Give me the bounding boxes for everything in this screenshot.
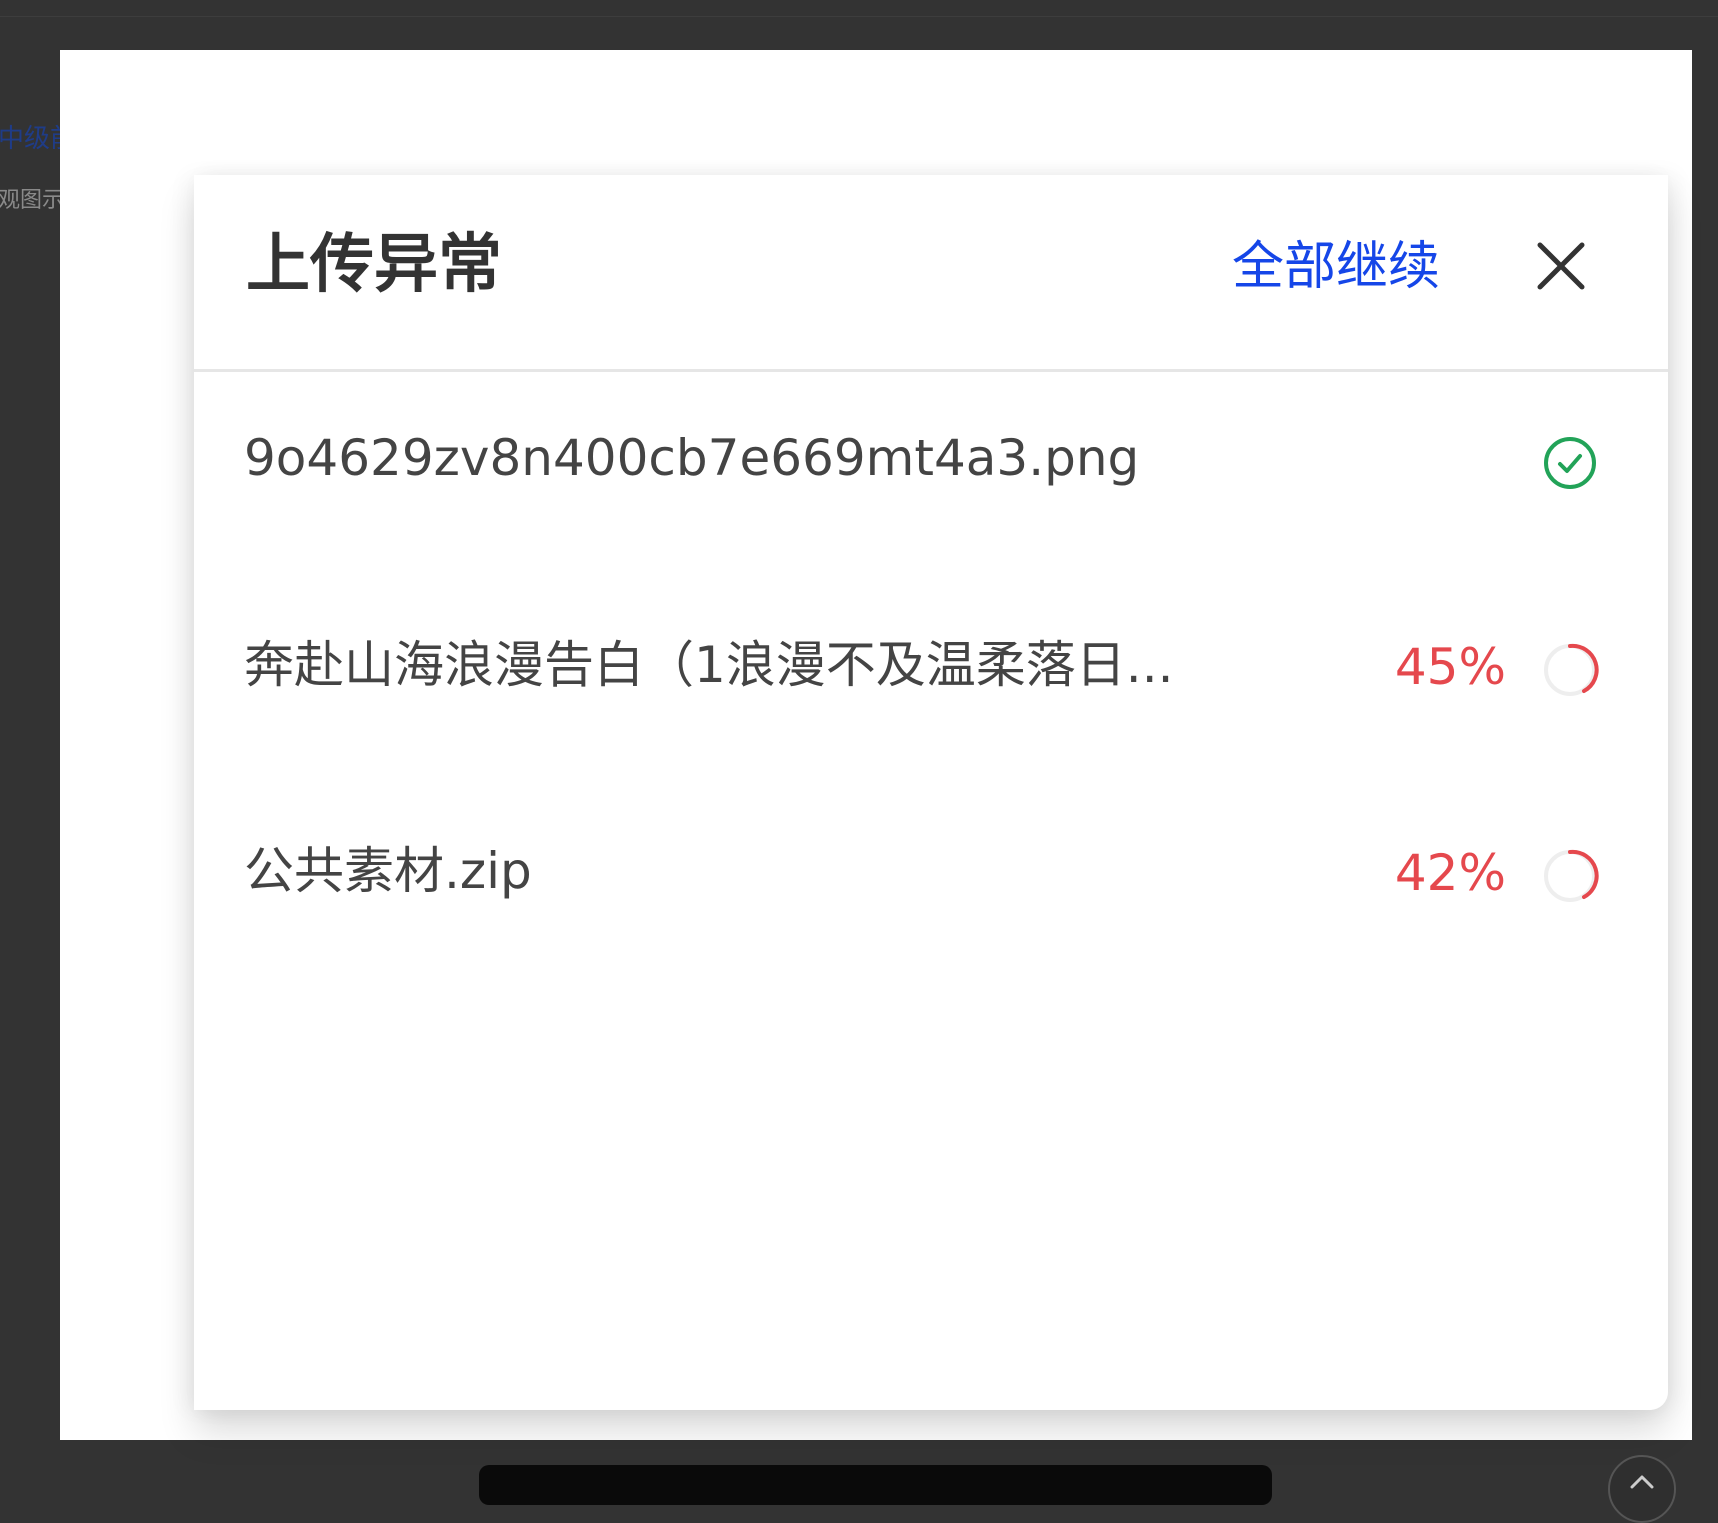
- file-row: 9o4629zv8n400cb7e669mt4a3.png: [194, 409, 1668, 509]
- window-top-divider: [0, 16, 1718, 17]
- modal-backdrop: 上传异常 全部继续 9o4629zv8n400cb7e669mt4a3.png …: [60, 50, 1692, 1440]
- close-icon[interactable]: [1532, 237, 1590, 295]
- dialog-header: 上传异常 全部继续: [194, 175, 1668, 372]
- upload-progress-text: 45%: [1394, 638, 1506, 696]
- file-name: 奔赴山海浪漫告白（1浪漫不及温柔落日...: [244, 636, 1174, 694]
- file-row: 奔赴山海浪漫告白（1浪漫不及温柔落日... 45%: [194, 616, 1668, 716]
- upload-progress-text: 42%: [1394, 844, 1506, 902]
- file-name: 公共素材.zip: [244, 842, 532, 900]
- loading-spinner-icon: [1540, 846, 1600, 906]
- background-caption-fragment: 观图示: [0, 188, 65, 213]
- bottom-toolbar: [479, 1465, 1272, 1505]
- scroll-to-top-button[interactable]: [1608, 1455, 1676, 1523]
- arrow-up-icon: [1630, 1475, 1654, 1489]
- loading-spinner-icon: [1540, 640, 1600, 700]
- file-name: 9o4629zv8n400cb7e669mt4a3.png: [244, 429, 1140, 487]
- check-circle-icon: [1540, 433, 1600, 493]
- continue-all-button[interactable]: 全部继续: [1232, 241, 1440, 293]
- dialog-title: 上传异常: [246, 228, 502, 302]
- file-row: 公共素材.zip 42%: [194, 822, 1668, 922]
- upload-error-dialog: 上传异常 全部继续 9o4629zv8n400cb7e669mt4a3.png …: [194, 175, 1668, 1410]
